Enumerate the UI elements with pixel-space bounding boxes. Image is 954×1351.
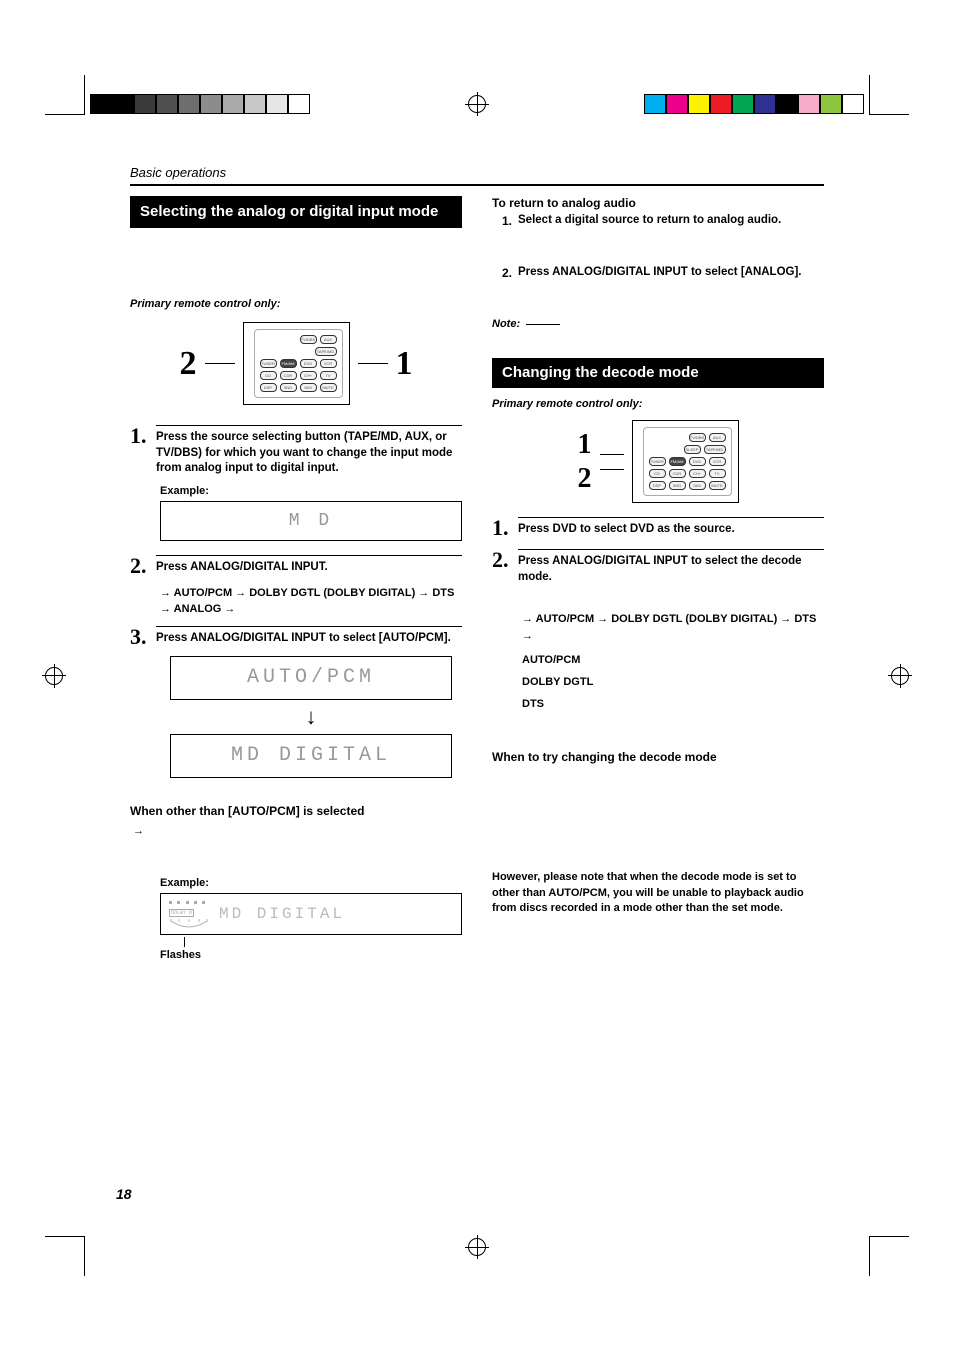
return-step-2: 2. Press ANALOG/DIGITAL INPUT to select … [502, 266, 824, 280]
step-number: 2. [130, 555, 150, 577]
when-other-heading: When other than [AUTO/PCM] is selected [130, 804, 462, 818]
colorbar-left [90, 94, 310, 114]
flash-pointer [184, 937, 185, 947]
callout-number-2: 2 [180, 345, 197, 383]
term-auto-pcm: AUTO/PCM [522, 654, 824, 666]
colorbar-right [644, 94, 864, 114]
step-number: 3. [130, 626, 150, 648]
crop-mark [45, 1236, 85, 1276]
pointer-line [358, 363, 388, 364]
lcd-display-md-digital: MD DIGITAL [170, 734, 452, 778]
lcd-indicator-icon: DOLBY D [167, 899, 207, 929]
lcd-display-auto-pcm: AUTO/PCM [170, 656, 452, 700]
lcd-display-example2: DOLBY D MD DIGITAL [160, 893, 462, 935]
step-2: 2. Press ANALOG/DIGITAL INPUT. [130, 555, 462, 577]
crop-mark [45, 75, 85, 115]
step-number: 1. [492, 517, 512, 539]
step-1b: 1. Press DVD to select DVD as the source… [492, 517, 824, 539]
step-3: 3. Press ANALOG/DIGITAL INPUT to select … [130, 626, 462, 648]
example-label-2: Example: [160, 877, 462, 889]
right-column: To return to analog audio 1. Select a di… [492, 196, 824, 961]
return-step-1: 1. Select a digital source to return to … [502, 214, 824, 228]
callout-number-1: 1 [396, 345, 413, 383]
callout-number-1b: 1 [578, 429, 592, 461]
return-analog-heading: To return to analog audio [492, 196, 824, 210]
registration-mark-icon [891, 667, 909, 685]
remote-callout: 2 TV/DBSAUX TAPE/MD TUNERFM/AMDVDVCR CDC… [130, 322, 462, 405]
other-body-arrow: → [130, 824, 462, 839]
remote-illustration-2: TV/DBSAUX SLEEPTAPE/MD TUNERFM/AMDVDVCR … [632, 420, 739, 503]
step-1b-text: Press DVD to select DVD as the source. [518, 522, 824, 538]
mode-cycle-text: → AUTO/PCM → DOLBY DGTL (DOLBY DIGITAL) … [160, 585, 462, 618]
term-dolby-dgtl: DOLBY DGTL [522, 676, 824, 688]
step-number: 2. [492, 549, 512, 585]
primary-remote-note-2: Primary remote control only: [492, 398, 824, 410]
step-1-text: Press the source selecting button (TAPE/… [156, 430, 462, 477]
step-1: 1. Press the source selecting button (TA… [130, 425, 462, 477]
heading-changing-decode-mode: Changing the decode mode [492, 358, 824, 388]
remote-illustration: TV/DBSAUX TAPE/MD TUNERFM/AMDVDVCR CDCDR… [243, 322, 350, 405]
however-note: However, please note that when the decod… [492, 870, 824, 916]
registration-mark-icon [468, 95, 486, 113]
step-2b-text: Press ANALOG/DIGITAL INPUT to select the… [518, 554, 824, 585]
left-column: Selecting the analog or digital input mo… [130, 196, 462, 961]
pointer-line [205, 363, 235, 364]
section-header: Basic operations [130, 165, 824, 180]
step-number: 1. [130, 425, 150, 477]
when-to-change-heading: When to try changing the decode mode [492, 750, 824, 764]
term-dts: DTS [522, 698, 824, 710]
flashes-label: Flashes [160, 949, 462, 961]
note-heading: Note: [492, 318, 824, 330]
crop-mark [869, 75, 909, 115]
registration-mark-icon [468, 1238, 486, 1256]
lcd-display-md: M D [160, 501, 462, 541]
heading-selecting-input-mode: Selecting the analog or digital input mo… [130, 196, 462, 228]
section-rule [130, 184, 824, 186]
step-2-text: Press ANALOG/DIGITAL INPUT. [156, 560, 462, 576]
crop-mark [869, 1236, 909, 1276]
pointer-line [600, 454, 624, 455]
down-arrow-icon: ↓ [170, 704, 452, 730]
mode-cycle-text-2: → AUTO/PCM → DOLBY DGTL (DOLBY DIGITAL) … [522, 611, 824, 644]
primary-remote-note: Primary remote control only: [130, 298, 462, 310]
step-2b: 2. Press ANALOG/DIGITAL INPUT to select … [492, 549, 824, 585]
step-3-text: Press ANALOG/DIGITAL INPUT to select [AU… [156, 631, 462, 647]
registration-mark-icon [45, 667, 63, 685]
example-label: Example: [160, 485, 462, 497]
callout-number-2b: 2 [578, 463, 592, 495]
remote-callout-2: 1 2 TV/DBSAUX SLEEPTAPE/MD TUNERFM/AMDVD… [492, 420, 824, 503]
page-number: 18 [116, 1186, 132, 1202]
pointer-line [600, 469, 624, 470]
